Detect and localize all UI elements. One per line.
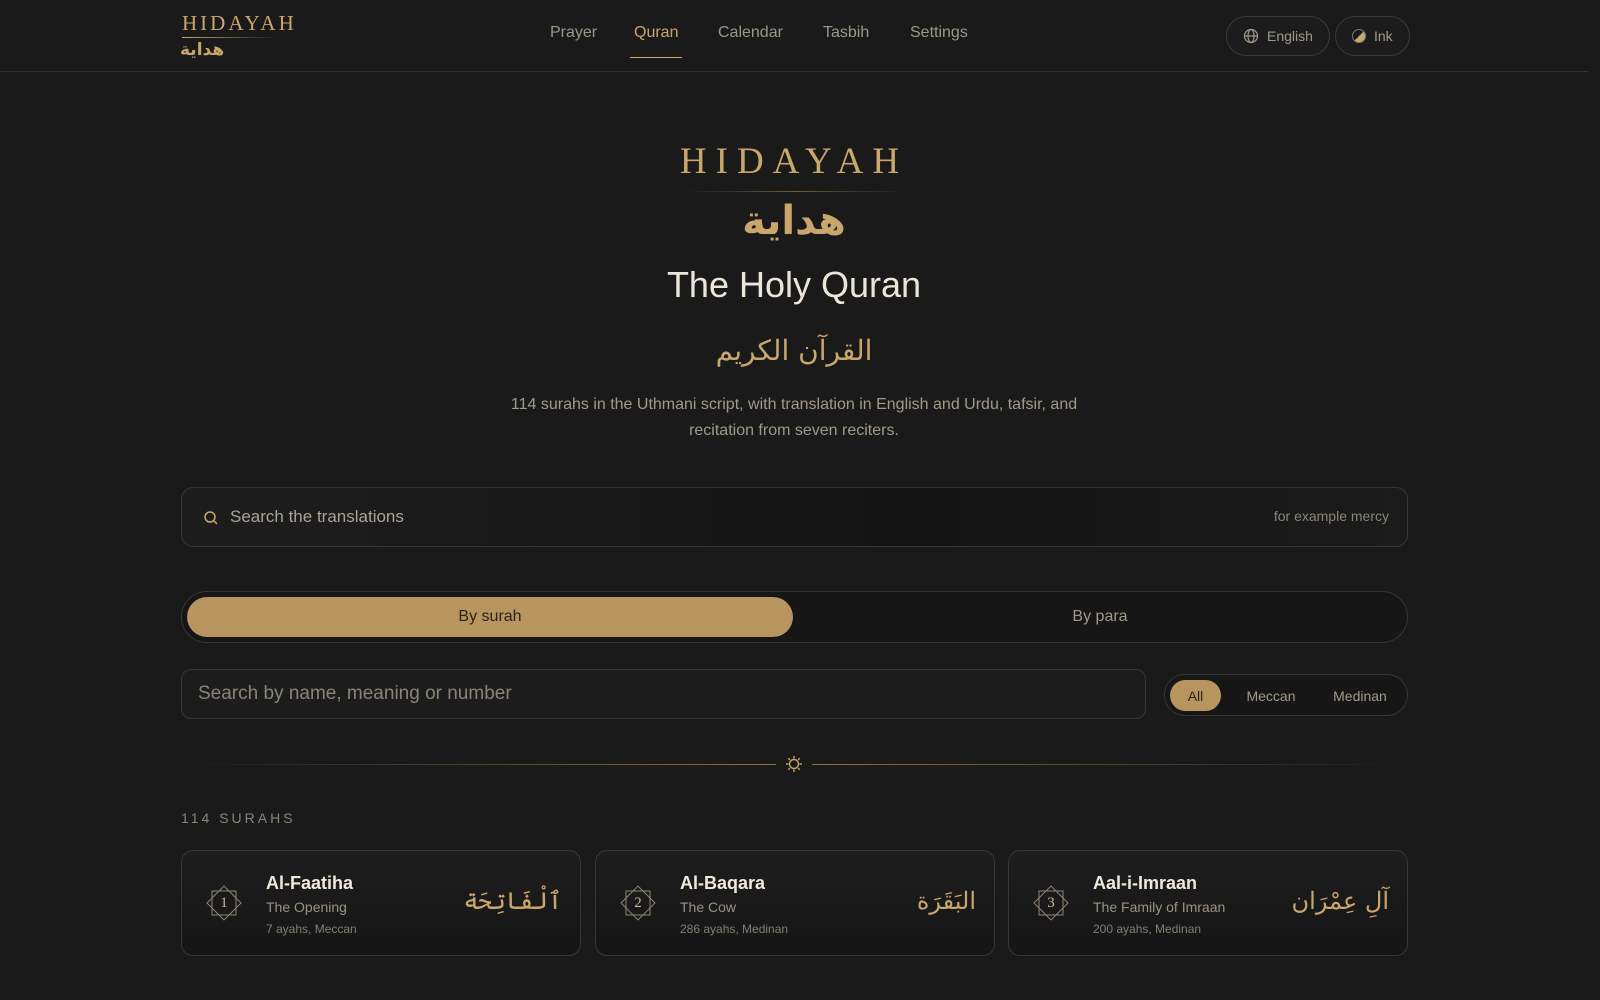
page-description: 114 surahs in the Uthmani script, with t… [510, 396, 1078, 439]
tab-by-para[interactable]: By para [797, 597, 1403, 637]
ornament-line-left [186, 764, 776, 765]
surah-number: 2 [634, 894, 642, 911]
surah-number: 1 [220, 894, 228, 911]
search-hint: for example mercy [1273, 508, 1389, 524]
page-title: The Holy Quran [666, 264, 922, 305]
surah-meta: 200 ayahs, Medinan [1093, 922, 1202, 936]
hero-brand: HIDAYAH [679, 141, 909, 182]
nav-quran[interactable]: Quran [629, 24, 683, 58]
surah-search-input[interactable] [181, 669, 1146, 719]
surah-name: Al-Faatiha [266, 873, 354, 893]
surah-card[interactable]: 3 Aal-i-Imraan The Family of Imraan 200 … [1008, 850, 1408, 956]
surah-name: Al-Baqara [680, 873, 766, 893]
nav-calendar[interactable]: Calendar [718, 24, 783, 58]
surah-card[interactable]: 2 Al-Baqara The Cow 286 ayahs, Medinan ا… [595, 850, 995, 956]
surah-name-arabic: البَقَرَة [916, 887, 976, 915]
nav-settings[interactable]: Settings [910, 24, 968, 58]
surah-count: 114 SURAHS [181, 810, 296, 826]
surah-name-arabic: ٱلْفَاتِحَة [463, 887, 562, 915]
surah-meaning: The Cow [680, 899, 737, 915]
language-button[interactable]: English [1226, 16, 1330, 56]
theme-label: Ink [1374, 28, 1393, 44]
top-bar: HIDAYAH هداية Prayer Quran Calendar Tasb… [0, 0, 1588, 72]
globe-icon [1243, 28, 1259, 44]
nav-prayer[interactable]: Prayer [550, 24, 597, 58]
ink-icon [1352, 29, 1366, 43]
filter-medinan[interactable]: Medinan [1317, 680, 1403, 711]
ornament-line-right [812, 764, 1402, 765]
search-icon [204, 511, 218, 525]
nav-tasbih[interactable]: Tasbih [823, 24, 869, 58]
surah-name: Aal-i-Imraan [1093, 873, 1198, 893]
hero-brand-arabic: هداية [742, 198, 846, 244]
filter-meccan[interactable]: Meccan [1227, 680, 1315, 711]
translation-search-bar: for example mercy [181, 487, 1408, 547]
translation-search-input[interactable] [230, 488, 1130, 546]
tab-by-surah[interactable]: By surah [187, 597, 793, 637]
surah-card[interactable]: 1 Al-Faatiha The Opening 7 ayahs, Meccan… [181, 850, 581, 956]
surah-meaning: The Opening [266, 899, 347, 915]
view-toggle: By surah By para [181, 591, 1408, 643]
language-label: English [1267, 28, 1313, 44]
revelation-filter: All Meccan Medinan [1164, 674, 1408, 716]
surah-name-arabic: آلِ عِمْرَان [1291, 887, 1389, 915]
hero-divider [686, 191, 904, 192]
surah-meaning: The Family of Imraan [1093, 899, 1226, 915]
theme-button[interactable]: Ink [1335, 16, 1410, 56]
filter-all[interactable]: All [1170, 680, 1221, 711]
surah-meta: 286 ayahs, Medinan [680, 922, 789, 936]
sun-ornament-icon [786, 756, 802, 772]
surah-number: 3 [1047, 894, 1055, 911]
surah-meta: 7 ayahs, Meccan [266, 922, 357, 936]
page-title-arabic: القرآن الكريم [715, 334, 873, 367]
